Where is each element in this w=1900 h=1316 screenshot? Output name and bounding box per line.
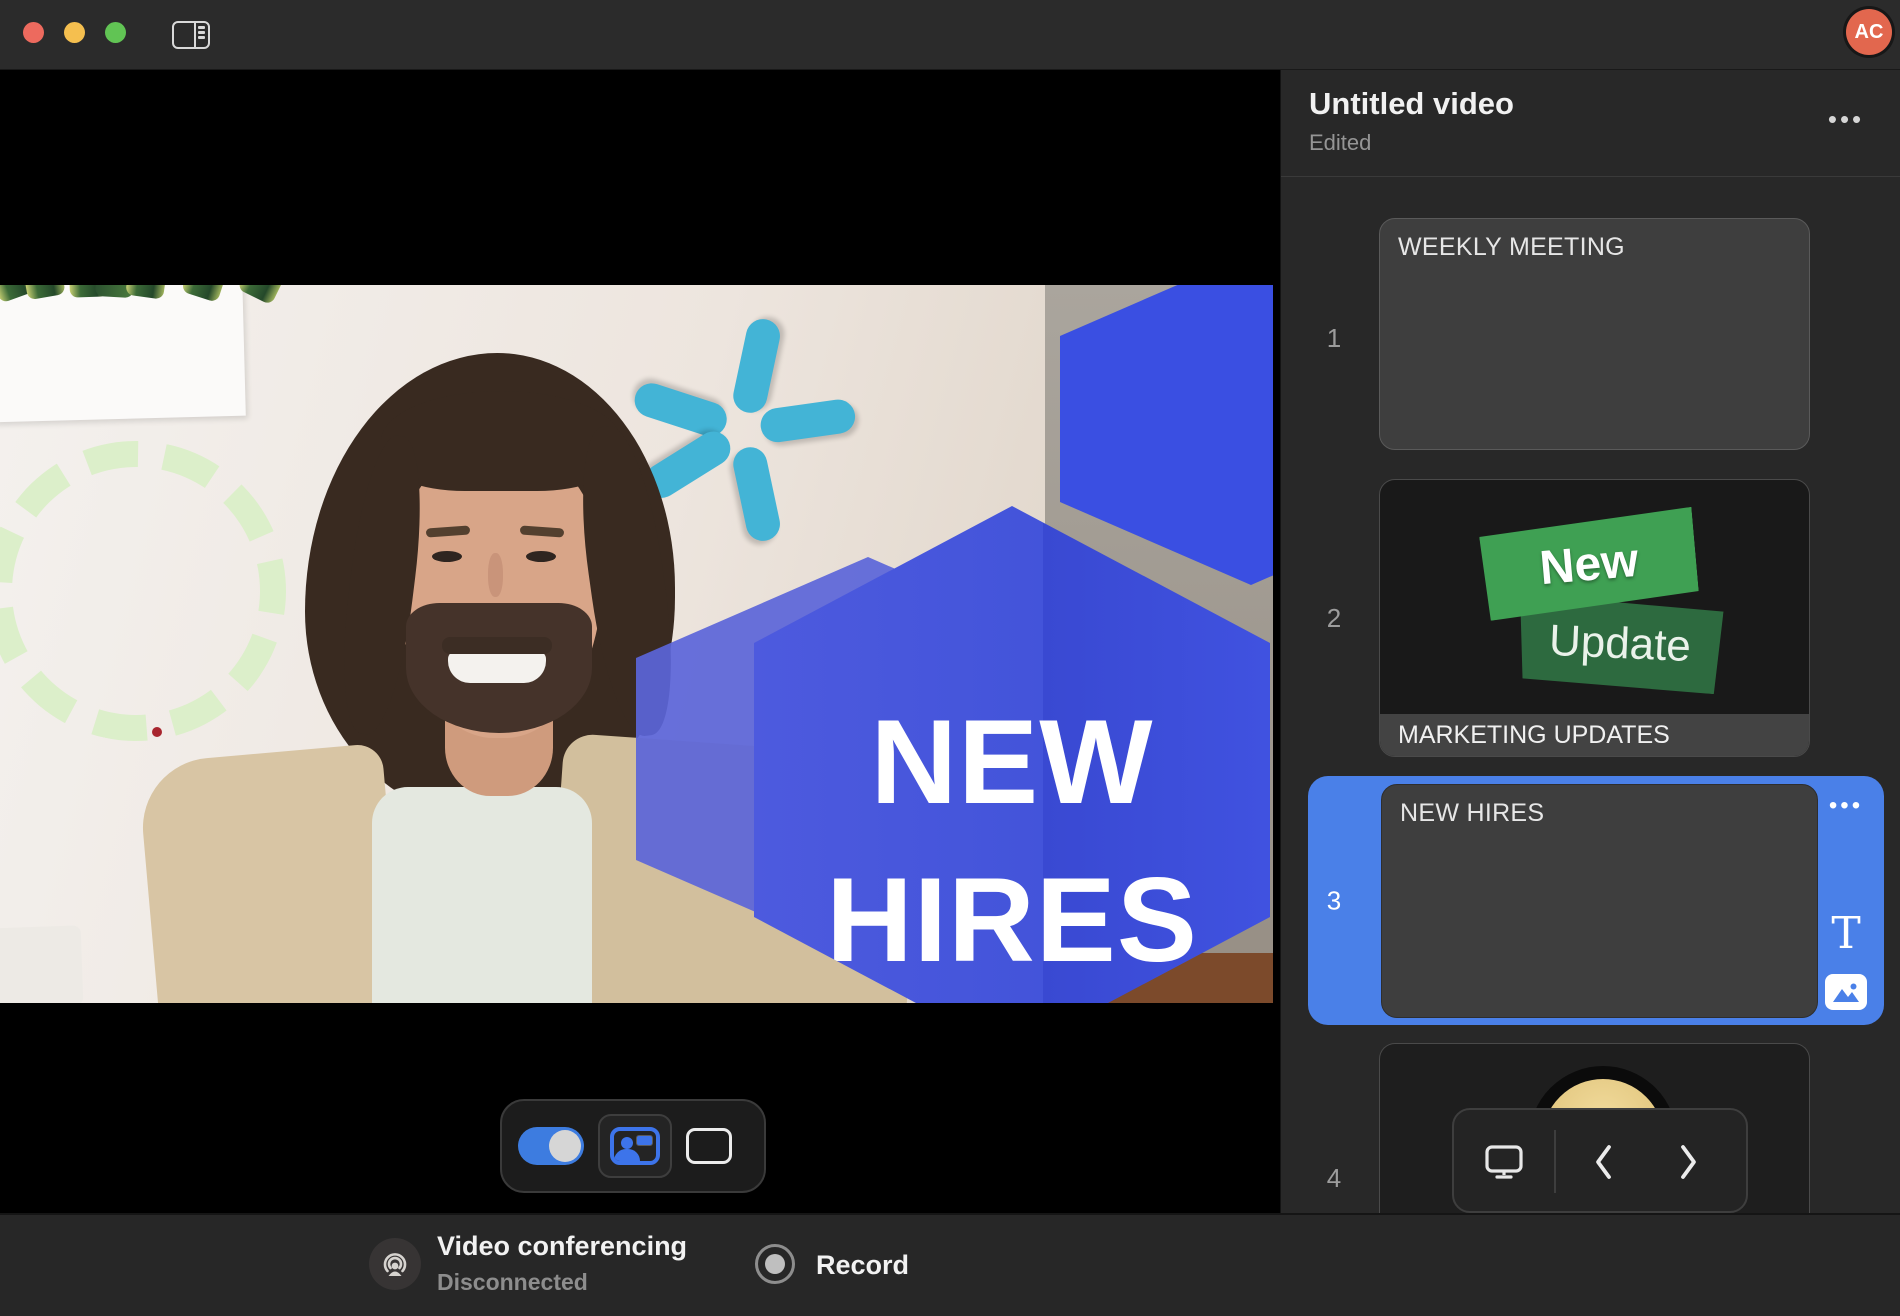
slide-3-title: NEW HIRES [1400, 799, 1544, 828]
presenter-view-button[interactable] [598, 1114, 672, 1178]
text-tool-icon[interactable]: T [1816, 908, 1876, 959]
app-window: AC [0, 0, 1900, 1316]
video-conferencing-status: Disconnected [437, 1269, 588, 1296]
project-title: Untitled video [1309, 86, 1514, 122]
present-display-button[interactable] [1482, 1143, 1526, 1188]
presenter-view-icon [610, 1127, 660, 1165]
slide-thumbnail-1[interactable]: WEEKLY MEETING [1379, 218, 1810, 450]
slide-3-ellipsis-icon[interactable]: ••• [1816, 792, 1876, 820]
record-icon[interactable] [755, 1244, 795, 1284]
slide-2-caption: MARKETING UPDATES [1380, 714, 1809, 756]
image-tool-icon[interactable] [1825, 974, 1867, 1010]
slide-2-number: 2 [1319, 603, 1349, 634]
project-status: Edited [1309, 130, 1371, 156]
slide-4-number: 4 [1319, 1163, 1349, 1194]
close-button[interactable] [23, 22, 44, 43]
record-label[interactable]: Record [816, 1250, 909, 1281]
header-divider [1281, 176, 1900, 177]
account-avatar[interactable]: AC [1846, 9, 1892, 55]
video-conferencing-label[interactable]: Video conferencing [437, 1231, 687, 1262]
chevron-left-icon[interactable] [1592, 1142, 1616, 1187]
slide-navigation-bar [1452, 1108, 1748, 1213]
wall-dot [152, 727, 162, 737]
minimize-button[interactable] [64, 22, 85, 43]
overlay-line-2: HIRES [826, 841, 1198, 999]
camera-toggle[interactable] [518, 1127, 584, 1165]
navbar-divider [1554, 1130, 1556, 1193]
wall-poster [0, 285, 246, 422]
slide-1-number: 1 [1319, 323, 1349, 354]
overlay-line-1: NEW [871, 683, 1154, 841]
sidebar-toggle-icon[interactable] [172, 21, 210, 49]
slide-3-selection: 3 NEW HIRES ••• T [1308, 776, 1884, 1025]
video-stage: NEW HIRES [0, 70, 1280, 1213]
zoom-button[interactable] [105, 22, 126, 43]
video-preview: NEW HIRES [0, 285, 1273, 1003]
project-menu-ellipsis-icon[interactable]: ••• [1816, 104, 1876, 135]
chevron-right-icon[interactable] [1676, 1142, 1700, 1187]
slide-1-title: WEEKLY MEETING [1398, 233, 1625, 262]
footer-bar: Video conferencing Disconnected Record [0, 1213, 1900, 1316]
slide-only-view-button[interactable] [686, 1128, 732, 1164]
slide-thumbnail-3[interactable]: NEW HIRES [1381, 784, 1818, 1018]
slide-3-number: 3 [1319, 885, 1349, 916]
broadcast-icon[interactable] [369, 1238, 421, 1290]
slide-thumbnail-2[interactable]: Update New MARKETING UPDATES [1379, 479, 1810, 757]
titlebar: AC [0, 0, 1900, 70]
slides-sidebar: Untitled video Edited ••• 1 WEEKLY MEETI… [1280, 70, 1900, 1213]
wall-ring-decoration [0, 413, 314, 769]
stage-controls [500, 1099, 766, 1193]
badge-new: New [1478, 507, 1700, 621]
